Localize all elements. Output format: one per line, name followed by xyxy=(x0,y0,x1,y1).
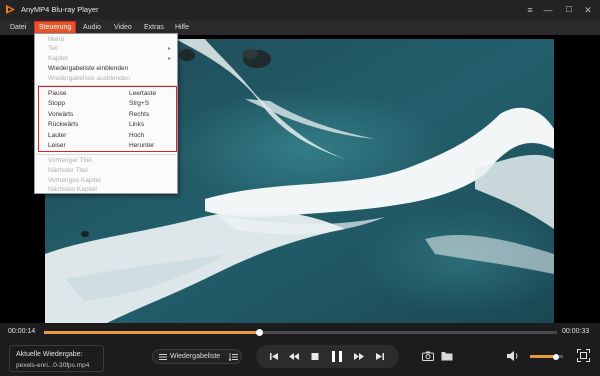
folder-icon[interactable] xyxy=(441,351,453,361)
menu-option-kapitel[interactable]: Kapitel xyxy=(48,54,68,63)
steuerung-dropdown-menu: Menü Teil ▸ Kapitel ▸ Wiedergabeliste ei… xyxy=(34,33,178,194)
volume-slider[interactable] xyxy=(530,353,563,360)
menu-option-prev-chapter[interactable]: Vorheriges Kapitel xyxy=(48,176,101,185)
minimize-icon[interactable]: — xyxy=(540,3,556,17)
rewind-icon[interactable] xyxy=(285,345,303,368)
playlist-sort-icon[interactable] xyxy=(229,353,238,361)
window-title: AnyMP4 Blu-ray Player xyxy=(21,5,99,14)
menu-option-next-title[interactable]: Nächster Titel xyxy=(48,166,88,175)
fullscreen-icon[interactable] xyxy=(577,349,590,362)
next-track-icon[interactable] xyxy=(371,345,389,368)
stop-icon[interactable] xyxy=(306,345,324,368)
menu-video[interactable]: Video xyxy=(110,22,136,33)
seek-bar[interactable] xyxy=(44,329,557,336)
seek-bar-progress xyxy=(44,331,260,334)
menu-hilfe[interactable]: Hilfe xyxy=(171,22,193,33)
now-playing-label: Aktuelle Wiedergabe: xyxy=(16,351,83,358)
playlist-label: Wiedergabeliste xyxy=(170,353,221,360)
menu-option-playlist-hide[interactable]: Wiedergabeliste ausblenden xyxy=(48,74,130,83)
now-playing-panel: Aktuelle Wiedergabe: pexels-enri...0-30f… xyxy=(9,345,104,372)
volume-icon[interactable] xyxy=(507,350,520,362)
menu-option-next-chapter[interactable]: Nächstes Kapitel xyxy=(48,185,97,194)
elapsed-time: 00:00:14 xyxy=(8,328,36,335)
now-playing-file: pexels-enri...0-30fps.mp4 xyxy=(16,362,90,369)
title-bar: AnyMP4 Blu-ray Player ≡ — ☐ ✕ xyxy=(0,0,600,20)
control-bar: Aktuelle Wiedergabe: pexels-enri...0-30f… xyxy=(0,341,600,376)
highlight-box xyxy=(38,86,177,152)
close-icon[interactable]: ✕ xyxy=(580,3,596,17)
menu-datei[interactable]: Datei xyxy=(6,22,30,33)
pause-icon[interactable] xyxy=(328,345,346,368)
playlist-icon xyxy=(159,354,167,360)
timeline: 00:00:14 00:00:33 xyxy=(0,323,600,341)
menu-audio[interactable]: Audio xyxy=(79,22,105,33)
submenu-arrow-icon: ▸ xyxy=(168,46,172,52)
total-time: 00:00:33 xyxy=(562,328,590,335)
volume-handle[interactable] xyxy=(553,353,560,360)
forward-icon[interactable] xyxy=(350,345,368,368)
menu-option-prev-title[interactable]: Vorheriger Titel xyxy=(48,156,92,165)
playlist-button[interactable]: Wiedergabeliste xyxy=(152,349,242,364)
previous-track-icon[interactable] xyxy=(265,345,283,368)
app-logo-icon xyxy=(6,5,15,14)
menu-lines-icon[interactable]: ≡ xyxy=(522,3,538,17)
menu-separator xyxy=(36,154,176,155)
maximize-icon[interactable]: ☐ xyxy=(561,3,577,17)
menu-option-teil[interactable]: Teil xyxy=(48,44,58,53)
submenu-arrow-icon: ▸ xyxy=(168,56,172,62)
menu-extras[interactable]: Extras xyxy=(140,22,168,33)
menu-steuerung[interactable]: Steuerung xyxy=(33,21,77,34)
menu-option-menue[interactable]: Menü xyxy=(48,35,64,44)
transport-controls xyxy=(256,345,399,368)
menu-option-playlist-show[interactable]: Wiedergabeliste einblenden xyxy=(48,64,128,73)
seek-handle[interactable] xyxy=(255,329,263,336)
snapshot-icon[interactable] xyxy=(422,351,434,361)
